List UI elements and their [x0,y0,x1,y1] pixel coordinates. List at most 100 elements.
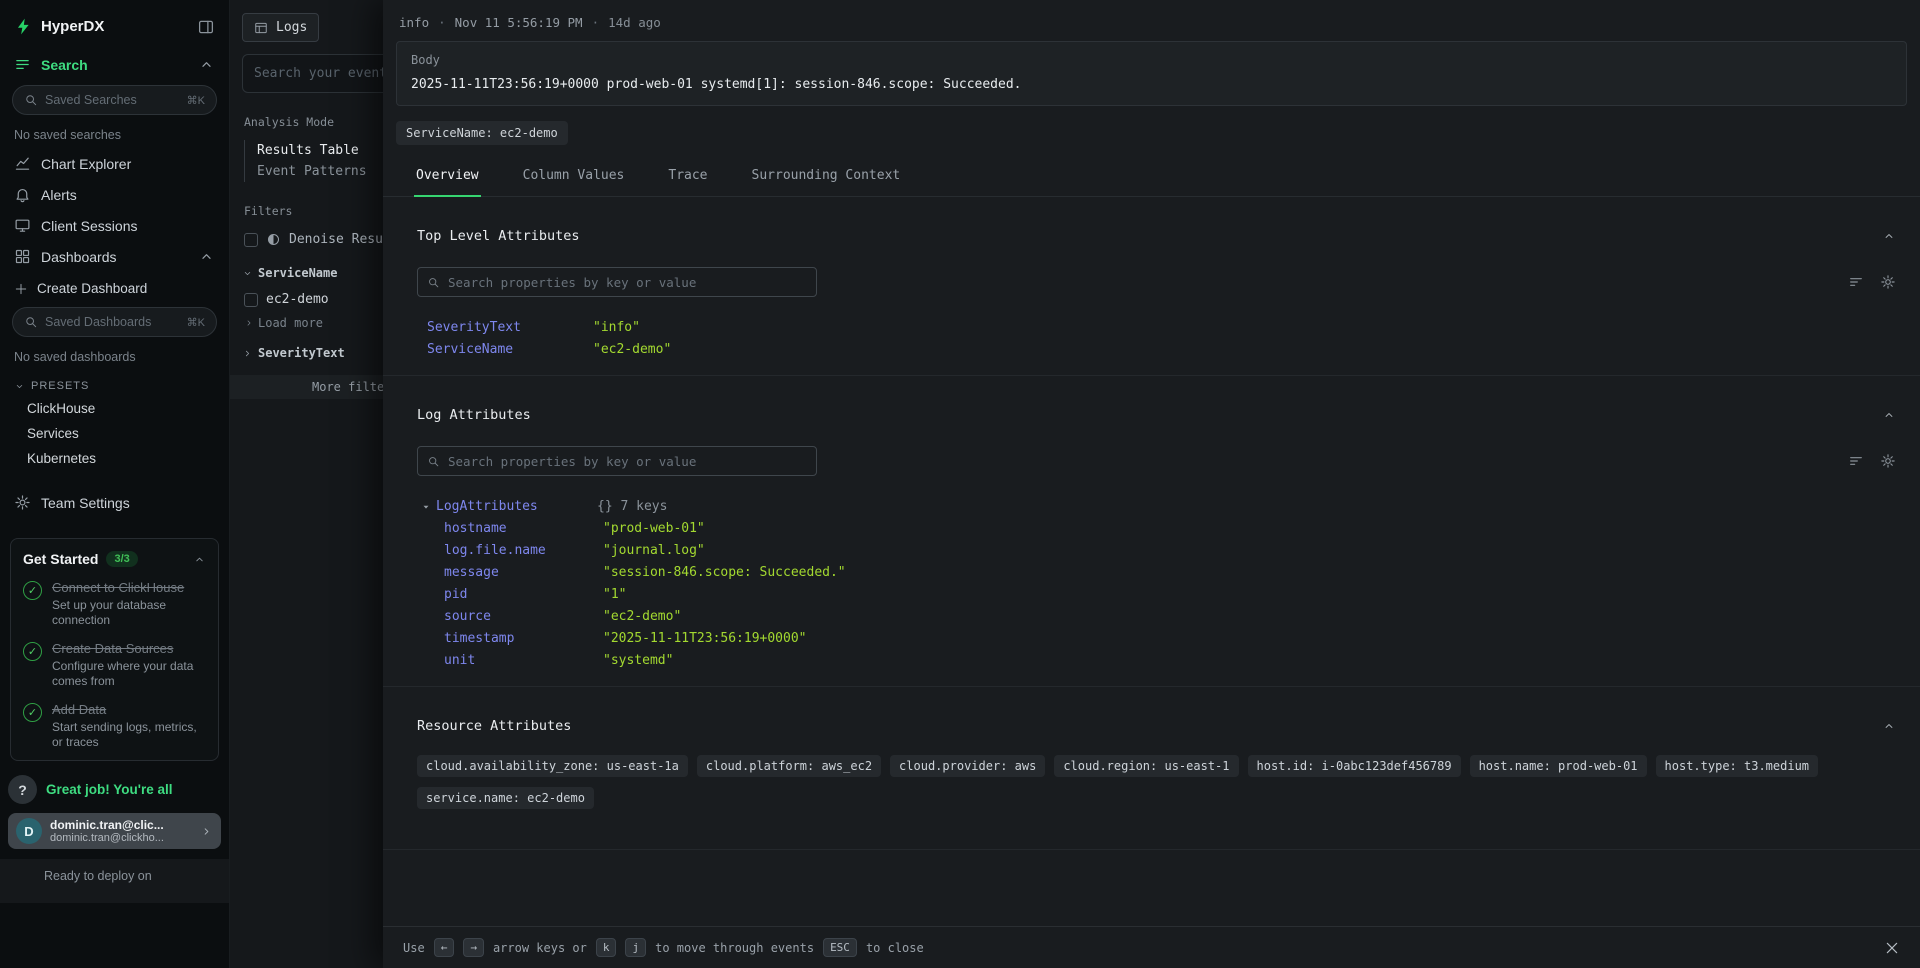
attribute-value: "ec2-demo" [603,609,1896,625]
sidebar-item-label: Team Settings [41,495,130,511]
section-tools [1848,274,1896,290]
event-detail-drawer: info · Nov 11 5:56:19 PM · 14d ago Body … [383,0,1920,968]
saved-searches-field[interactable] [45,93,180,107]
attribute-row[interactable]: ServiceName "ec2-demo" [417,339,1896,361]
tab-column-values[interactable]: Column Values [521,157,627,197]
chevron-down-icon [242,268,253,279]
severity-label: info [399,15,429,30]
attribute-row[interactable]: message "session-846.scope: Succeeded." [417,562,1896,584]
close-icon[interactable] [1884,940,1900,956]
resource-chip[interactable]: host.id: i-0abc123def456789 [1248,755,1461,777]
sort-lines-icon[interactable] [1848,453,1864,469]
no-saved-searches-text: No saved searches [14,128,215,142]
resource-chip[interactable]: cloud.region: us-east-1 [1054,755,1238,777]
service-name-tag[interactable]: ServiceName: ec2-demo [396,121,568,145]
attribute-key: SeverityText [427,320,593,336]
event-meta-row: info · Nov 11 5:56:19 PM · 14d ago [383,0,1920,30]
get-started-item-connect[interactable]: ✓ Connect to ClickHouse Set up your data… [23,580,206,628]
footer-text: Use [403,941,425,955]
attribute-value: "2025-11-11T23:56:19+0000" [603,631,1896,647]
app-title: HyperDX [41,18,189,35]
attribute-row[interactable]: timestamp "2025-11-11T23:56:19+0000" [417,628,1896,650]
esc-key: ESC [823,938,857,957]
tab-surrounding-context[interactable]: Surrounding Context [750,157,903,197]
attribute-row[interactable]: source "ec2-demo" [417,606,1896,628]
sidebar-item-chart-explorer[interactable]: Chart Explorer [0,148,229,179]
chevron-up-icon [198,248,215,265]
hyperdx-logo-icon[interactable] [14,17,33,36]
presets-label: PRESETS [31,380,89,392]
section-top-level-attributes: Top Level Attributes SeverityText "info"… [383,197,1920,376]
sidebar-item-label: Search [41,57,88,73]
expand-caret-icon[interactable] [421,502,431,512]
attribute-key: timestamp [427,631,603,647]
source-select-button[interactable]: Logs [242,13,319,42]
chevron-up-icon [198,56,215,73]
user-menu[interactable]: D dominic.tran@clic... dominic.tran@clic… [8,813,221,849]
attribute-row[interactable]: pid "1" [417,584,1896,606]
get-started-item-subtitle: Set up your database connection [52,598,202,628]
chevron-right-icon [244,318,254,328]
congrats-text: Great job! You're all [46,782,173,797]
property-search-input[interactable] [448,275,807,290]
resource-chip[interactable]: service.name: ec2-demo [417,787,594,809]
preset-item-clickhouse[interactable]: ClickHouse [0,396,229,421]
congrats-row: ? Great job! You're all [8,775,229,804]
sidebar-item-team-settings[interactable]: Team Settings [0,487,229,518]
get-started-item-add-data[interactable]: ✓ Add Data Start sending logs, metrics, … [23,702,206,750]
sidebar-item-alerts[interactable]: Alerts [0,179,229,210]
attribute-row[interactable]: SeverityText "info" [417,317,1896,339]
footer-text: to close [866,941,924,955]
sidebar-item-label: Client Sessions [41,218,138,234]
attribute-row[interactable]: hostname "prod-web-01" [417,518,1896,540]
sidebar-collapse-icon[interactable] [197,18,215,36]
avatar: D [16,818,42,844]
tab-trace[interactable]: Trace [666,157,709,197]
resource-chip[interactable]: cloud.provider: aws [890,755,1045,777]
help-button[interactable]: ? [8,775,37,804]
resource-chip[interactable]: cloud.platform: aws_ec2 [697,755,881,777]
separator-dot: · [438,15,446,30]
collapse-section-icon[interactable] [1882,719,1896,733]
attribute-value: "systemd" [603,653,1896,669]
gear-icon[interactable] [1880,453,1896,469]
saved-dashboards-field[interactable] [45,315,180,329]
sidebar-item-dashboards[interactable]: Dashboards [0,241,229,272]
resource-chip[interactable]: cloud.availability_zone: us-east-1a [417,755,688,777]
get-started-header[interactable]: Get Started 3/3 [23,551,206,567]
plus-icon [14,282,28,296]
ec2-demo-checkbox[interactable] [244,293,258,307]
tag-row: ServiceName: ec2-demo [396,121,1907,145]
search-icon [427,455,440,468]
collapse-section-icon[interactable] [1882,229,1896,243]
presets-toggle[interactable]: PRESETS [14,380,215,392]
sidebar-item-client-sessions[interactable]: Client Sessions [0,210,229,241]
check-circle-icon: ✓ [23,642,42,661]
create-dashboard-button[interactable]: Create Dashboard [0,272,229,302]
gear-icon[interactable] [1880,274,1896,290]
sort-lines-icon[interactable] [1848,274,1864,290]
gear-icon [14,494,31,511]
attribute-root-row[interactable]: LogAttributes {} 7 keys [417,496,1896,518]
denoise-checkbox[interactable] [244,233,258,247]
preset-item-services[interactable]: Services [0,421,229,446]
attribute-row[interactable]: unit "systemd" [417,650,1896,672]
chevron-up-icon[interactable] [193,553,206,566]
user-texts: dominic.tran@clic... dominic.tran@clickh… [50,818,192,844]
saved-searches-input[interactable]: ⌘K [12,85,217,115]
get-started-item-sources[interactable]: ✓ Create Data Sources Configure where yo… [23,641,206,689]
property-search-box[interactable] [417,446,817,476]
tab-overview[interactable]: Overview [414,157,481,197]
filter-group-label: ServiceName [258,266,337,280]
property-search-box[interactable] [417,267,817,297]
resource-chip[interactable]: host.type: t3.medium [1656,755,1819,777]
collapse-section-icon[interactable] [1882,408,1896,422]
filter-group-label: SeverityText [258,346,345,360]
property-search-input[interactable] [448,454,807,469]
search-nav-icon [14,56,31,73]
resource-chip[interactable]: host.name: prod-web-01 [1470,755,1647,777]
preset-item-kubernetes[interactable]: Kubernetes [0,446,229,471]
attribute-row[interactable]: log.file.name "journal.log" [417,540,1896,562]
sidebar-item-search[interactable]: Search [0,49,229,80]
saved-dashboards-input[interactable]: ⌘K [12,307,217,337]
